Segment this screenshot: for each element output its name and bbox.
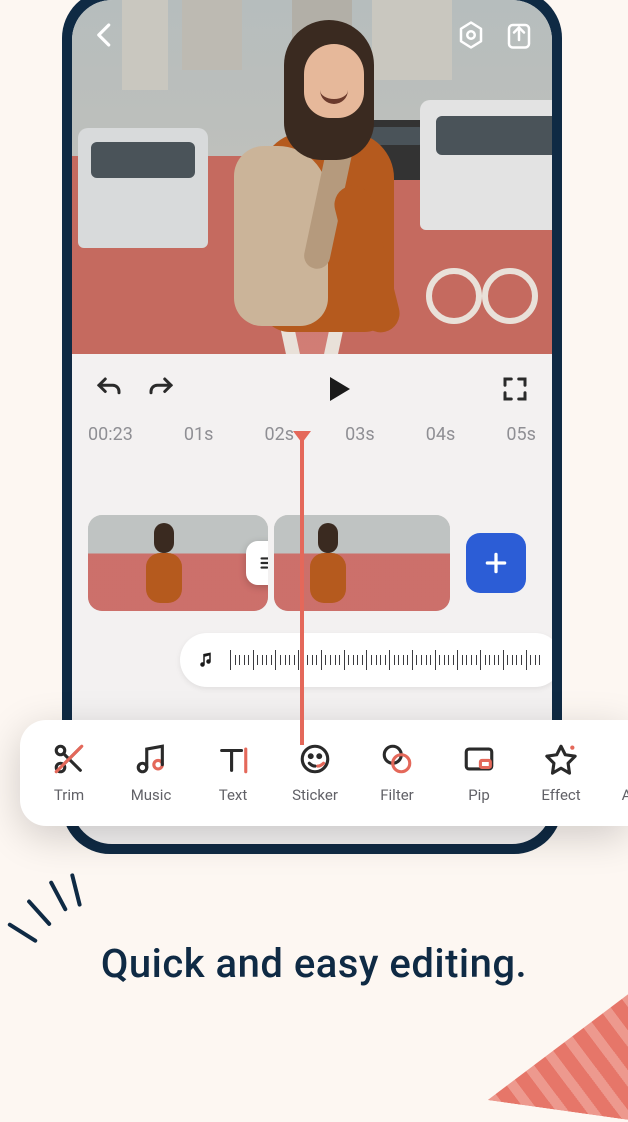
playback-controls	[72, 354, 552, 424]
audio-track[interactable]	[180, 633, 552, 687]
tool-sticker[interactable]: Sticker	[288, 742, 342, 804]
app-screen: 00:23 01s 02s 03s 04s 05s	[72, 0, 552, 844]
ruler-tick: 04s	[426, 424, 456, 445]
tool-filter[interactable]: Filter	[370, 742, 424, 804]
tool-label: Sticker	[292, 786, 338, 804]
ruler-tick: 05s	[506, 424, 536, 445]
tool-label: Adjust	[622, 786, 628, 804]
time-ruler: 00:23 01s 02s 03s 04s 05s	[72, 424, 552, 445]
video-preview[interactable]	[72, 0, 552, 354]
settings-icon[interactable]	[456, 20, 486, 50]
music-icon	[134, 742, 168, 776]
tool-label: Music	[131, 786, 172, 804]
tool-label: Effect	[541, 786, 580, 804]
tool-text[interactable]: Text	[206, 742, 260, 804]
undo-button[interactable]	[94, 374, 124, 404]
scissors-icon	[52, 742, 86, 776]
ruler-tick: 01s	[184, 424, 214, 445]
tool-pip[interactable]: Pip	[452, 742, 506, 804]
ruler-tick: 02s	[265, 424, 295, 445]
tool-adjust[interactable]: Adjust	[616, 742, 628, 804]
pip-icon	[462, 742, 496, 776]
audio-waveform	[230, 650, 544, 670]
timeline[interactable]	[72, 455, 552, 745]
tool-music[interactable]: Music	[124, 742, 178, 804]
add-clip-button[interactable]	[466, 533, 526, 593]
current-time: 00:23	[88, 424, 133, 445]
edit-toolbar: Trim Music Text Sticker Filter Pip	[20, 720, 628, 826]
transition-button[interactable]	[246, 541, 268, 585]
sticker-icon	[298, 742, 332, 776]
playhead[interactable]	[300, 439, 304, 745]
filter-icon	[380, 742, 414, 776]
back-icon[interactable]	[90, 20, 120, 50]
text-icon	[216, 742, 250, 776]
music-note-icon	[198, 651, 216, 669]
tool-label: Filter	[380, 786, 414, 804]
ruler-tick: 03s	[345, 424, 375, 445]
tool-trim[interactable]: Trim	[42, 742, 96, 804]
tool-label: Trim	[54, 786, 84, 804]
tool-label: Pip	[468, 786, 490, 804]
redo-button[interactable]	[146, 374, 176, 404]
clip-1[interactable]	[88, 515, 268, 611]
tagline-text: Quick and easy editing.	[0, 940, 628, 987]
star-icon	[544, 742, 578, 776]
tool-effect[interactable]: Effect	[534, 742, 588, 804]
preview-subject	[220, 20, 420, 354]
play-button[interactable]	[322, 373, 354, 405]
fullscreen-button[interactable]	[500, 374, 530, 404]
tool-label: Text	[219, 786, 248, 804]
export-icon[interactable]	[504, 20, 534, 50]
